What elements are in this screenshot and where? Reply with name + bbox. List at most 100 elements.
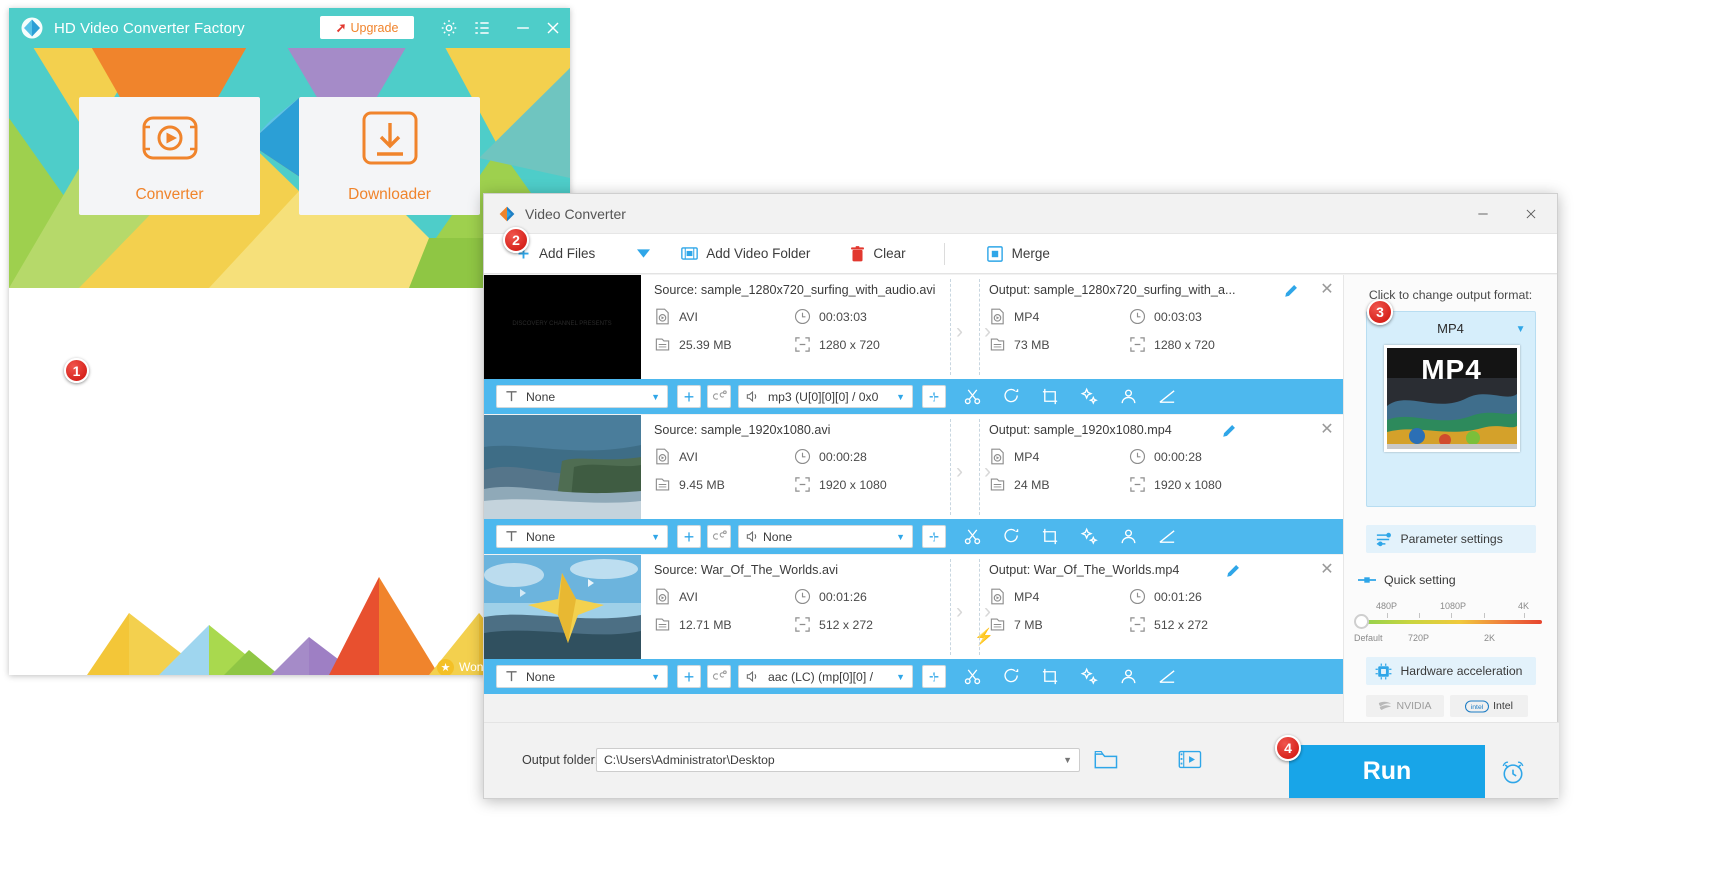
remove-file-button[interactable]: ✕	[1318, 421, 1336, 439]
rename-output-button[interactable]	[1222, 424, 1236, 441]
add-subtitle-button[interactable]: +	[677, 525, 701, 548]
resolution-icon	[1129, 616, 1146, 633]
output-folder-label: Output folder:	[522, 753, 599, 767]
rotate-icon[interactable]	[1002, 667, 1021, 686]
add-files-button[interactable]: Add Files	[516, 246, 595, 261]
hardware-acceleration-label: Hardware acceleration	[1400, 664, 1523, 678]
converter-toolbar: Add Files Add Video Folder Clear Merge	[484, 234, 1557, 274]
slider-track[interactable]	[1360, 620, 1542, 624]
video-thumbnail[interactable]	[484, 415, 641, 519]
output-resolution-value: 1920 x 1080	[1154, 477, 1222, 492]
closed-caption-button[interactable]	[707, 665, 731, 688]
file-list[interactable]: DISCOVERY CHANNEL PRESENTS ✕ Source: sam…	[484, 275, 1344, 724]
output-info: Output: War_Of_The_Worlds.mp4 MP4 00:01:…	[989, 563, 1319, 633]
crop-icon[interactable]	[1041, 387, 1060, 406]
effects-icon[interactable]	[1080, 387, 1099, 406]
output-format-value: MP4	[1014, 449, 1040, 464]
rename-output-button[interactable]	[1284, 284, 1298, 301]
downloader-card[interactable]: Downloader	[299, 97, 480, 215]
rename-output-button[interactable]	[1226, 564, 1240, 581]
watermark-icon[interactable]	[1119, 527, 1138, 546]
subtitle-value: None	[526, 389, 556, 404]
gpu-chip-nvidia-label: NVIDIA	[1396, 700, 1432, 712]
volume-curve-icon[interactable]	[1158, 667, 1177, 686]
merge-button[interactable]: Merge	[986, 245, 1050, 262]
gear-icon[interactable]	[439, 18, 459, 38]
add-subtitle-button[interactable]: +	[677, 665, 701, 688]
source-size: 9.45 MB	[654, 476, 794, 493]
converter-close-button[interactable]	[1509, 194, 1553, 234]
audio-track-select[interactable]: None ▼	[738, 525, 913, 548]
rotate-icon[interactable]	[1002, 527, 1021, 546]
output-size-value: 24 MB	[1014, 477, 1050, 492]
media-player-icon[interactable]	[1178, 749, 1202, 771]
gpu-chip-intel[interactable]: intel Intel	[1450, 695, 1528, 717]
source-size: 25.39 MB	[654, 336, 794, 353]
add-files-dropdown-caret-icon[interactable]	[637, 245, 651, 263]
output-size-value: 7 MB	[1014, 617, 1043, 632]
converter-card-label: Converter	[135, 185, 204, 203]
chevron-down-icon[interactable]: ▼	[1063, 755, 1072, 765]
scissors-icon[interactable]	[963, 667, 982, 686]
info-icon[interactable]	[924, 667, 943, 686]
slider-handle[interactable]	[1354, 614, 1369, 629]
converter-card[interactable]: Converter	[79, 97, 260, 215]
output-format-value: MP4	[1014, 589, 1040, 604]
menu-list-icon[interactable]	[472, 18, 492, 38]
parameter-settings-button[interactable]: Parameter settings	[1365, 525, 1536, 553]
scissors-icon[interactable]	[963, 527, 982, 546]
step-badge-2: 2	[503, 227, 529, 253]
volume-curve-icon[interactable]	[1158, 527, 1177, 546]
table-row[interactable]: ✕ Source: War_Of_The_Worlds.avi AVI 00:0…	[484, 555, 1344, 694]
subtitle-select[interactable]: None ▼	[496, 525, 668, 548]
effects-icon[interactable]	[1080, 527, 1099, 546]
video-thumbnail[interactable]: DISCOVERY CHANNEL PRESENTS	[484, 275, 641, 379]
step-badge-4: 4	[1275, 735, 1301, 761]
closed-caption-button[interactable]	[707, 385, 731, 408]
open-folder-icon[interactable]	[1094, 749, 1118, 771]
gpu-chip-nvidia[interactable]: NVIDIA	[1366, 695, 1444, 717]
subtitle-select[interactable]: None ▼	[496, 385, 668, 408]
clear-button[interactable]: Clear	[851, 245, 906, 262]
watermark-icon[interactable]	[1119, 387, 1138, 406]
table-row[interactable]: ✕ Source: sample_1920x1080.avi AVI 00:00…	[484, 415, 1344, 554]
add-subtitle-button[interactable]: +	[677, 385, 701, 408]
audio-track-select[interactable]: mp3 (U[0][0][0] / 0x0 ▼	[738, 385, 913, 408]
output-duration-value: 00:03:03	[1154, 309, 1202, 324]
rotate-icon[interactable]	[1002, 387, 1021, 406]
video-converter-window[interactable]: Video Converter Add Files Add Video Fold…	[483, 193, 1559, 799]
subtitle-select[interactable]: None ▼	[496, 665, 668, 688]
remove-file-button[interactable]: ✕	[1318, 281, 1336, 299]
info-icon[interactable]	[924, 387, 943, 406]
crop-icon[interactable]	[1041, 667, 1060, 686]
output-info: Output: sample_1920x1080.mp4 MP4 00:00:2…	[989, 423, 1319, 493]
table-row[interactable]: DISCOVERY CHANNEL PRESENTS ✕ Source: sam…	[484, 275, 1344, 414]
minimize-icon[interactable]	[513, 18, 533, 38]
output-format-selector[interactable]: MP4 ▼ MP4	[1365, 311, 1536, 507]
scissors-icon[interactable]	[963, 387, 982, 406]
chevron-down-icon: ▼	[651, 391, 660, 402]
volume-curve-icon[interactable]	[1158, 387, 1177, 406]
source-filename: Source: War_Of_The_Worlds.avi	[654, 563, 839, 577]
close-icon[interactable]	[543, 18, 563, 38]
output-folder-input[interactable]: C:\Users\Administrator\Desktop ▼	[596, 748, 1080, 772]
alarm-clock-icon[interactable]	[1499, 759, 1527, 785]
audio-track-value: mp3 (U[0][0][0] / 0x0	[768, 389, 879, 404]
audio-track-value: aac (LC) (mp[0][0] /	[768, 669, 873, 684]
converter-minimize-button[interactable]	[1461, 194, 1505, 234]
info-icon[interactable]	[924, 527, 943, 546]
remove-file-button[interactable]: ✕	[1318, 561, 1336, 579]
upgrade-button[interactable]: ➚ Upgrade	[320, 16, 414, 39]
main-app-title-bar: HD Video Converter Factory ➚ Upgrade	[9, 8, 570, 48]
closed-caption-button[interactable]	[707, 525, 731, 548]
quality-slider[interactable]: 480P 1080P 4K Default 720P 2K	[1354, 601, 1547, 647]
video-thumbnail[interactable]	[484, 555, 641, 659]
run-button[interactable]: Run	[1289, 745, 1485, 798]
hardware-acceleration-button[interactable]: Hardware acceleration	[1365, 657, 1536, 685]
add-video-folder-button[interactable]: Add Video Folder	[681, 246, 810, 261]
crop-icon[interactable]	[1041, 527, 1060, 546]
source-resolution-value: 1280 x 720	[819, 337, 880, 352]
watermark-icon[interactable]	[1119, 667, 1138, 686]
effects-icon[interactable]	[1080, 667, 1099, 686]
audio-track-select[interactable]: aac (LC) (mp[0][0] / ▼	[738, 665, 913, 688]
